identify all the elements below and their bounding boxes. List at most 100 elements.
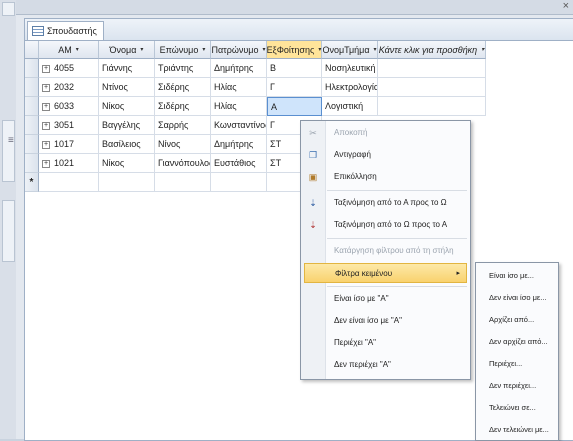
- column-header-am[interactable]: ΑΜ ▾: [39, 41, 99, 59]
- row-selector[interactable]: [25, 154, 39, 173]
- column-label: Όνομα: [109, 44, 137, 55]
- cell-eponymo[interactable]: Γιαννόπουλος: [155, 154, 211, 173]
- expand-icon[interactable]: +: [42, 83, 50, 92]
- nav-pane-strip: [2, 120, 15, 182]
- cell-onoma[interactable]: Ντίνος: [99, 78, 155, 97]
- column-label: ΟνομΤμήμα: [322, 44, 370, 55]
- submenu-item-ends-with[interactable]: Τελειώνει σε...: [489, 399, 536, 417]
- expand-icon[interactable]: +: [42, 121, 50, 130]
- menu-item-not-equals[interactable]: Δεν είναι ίσο με "Α": [301, 311, 470, 331]
- menu-item-equals[interactable]: Είναι ίσο με "Α": [301, 289, 470, 309]
- cell-am[interactable]: +2032: [39, 78, 99, 97]
- cell-patronymo[interactable]: Ηλίας: [211, 97, 267, 116]
- column-label: Πατρώνυμο: [211, 44, 259, 55]
- cell-empty[interactable]: [378, 97, 486, 116]
- cell-am[interactable]: +1017: [39, 135, 99, 154]
- expand-icon[interactable]: +: [42, 64, 50, 73]
- nav-pane-strip: [2, 200, 15, 262]
- menu-item-contains[interactable]: Περιέχει "Α": [301, 333, 470, 353]
- cell-am[interactable]: +1021: [39, 154, 99, 173]
- submenu-item-not-ends-with[interactable]: Δεν τελειώνει με...: [489, 421, 549, 439]
- cell-onoma[interactable]: Νίκος: [99, 154, 155, 173]
- tab-spoudastis[interactable]: Σπουδαστής: [27, 21, 104, 40]
- new-cell-eponymo[interactable]: [155, 173, 211, 192]
- cell-exfoitisis[interactable]: Γ: [267, 78, 322, 97]
- column-header-onoma[interactable]: Όνομα ▾: [99, 41, 155, 59]
- menu-item-not-contains[interactable]: Δεν περιέχει "Α": [301, 355, 470, 375]
- cell-patronymo[interactable]: Δημήτρης: [211, 135, 267, 154]
- cell-value: 1017: [54, 139, 75, 149]
- expand-icon[interactable]: +: [42, 159, 50, 168]
- select-all-corner[interactable]: [25, 41, 39, 59]
- menu-item-label: Ταξινόμηση από το Α προς το Ω: [334, 198, 447, 207]
- sort-descending-icon: ⇣: [309, 220, 317, 230]
- row-selector[interactable]: [25, 116, 39, 135]
- submenu-item-not-equals[interactable]: Δεν είναι ίσο με...: [489, 289, 547, 307]
- submenu-item-begins-with[interactable]: Αρχίζει από...: [489, 311, 534, 329]
- column-label: ΑΜ: [58, 44, 72, 55]
- cell-eponymo[interactable]: Σαρρής: [155, 116, 211, 135]
- cell-patronymo[interactable]: Ευστάθιος: [211, 154, 267, 173]
- cell-am[interactable]: +3051: [39, 116, 99, 135]
- column-header-patronymo[interactable]: Πατρώνυμο ▾: [211, 41, 267, 59]
- dropdown-arrow-icon[interactable]: ▾: [318, 46, 321, 53]
- dropdown-arrow-icon[interactable]: ▾: [481, 46, 484, 53]
- menu-item-cut[interactable]: ✂ Αποκοπή: [301, 123, 470, 143]
- cell-onomtmima[interactable]: Λογιστική: [322, 97, 378, 116]
- splitter-grip-icon[interactable]: ≡: [8, 135, 14, 146]
- cell-eponymo[interactable]: Σιδέρης: [155, 97, 211, 116]
- row-selector[interactable]: [25, 78, 39, 97]
- cell-value: 1021: [54, 158, 75, 168]
- cell-patronymo[interactable]: Κωνσταντίνος: [211, 116, 267, 135]
- column-header-exfoitisis[interactable]: ΕξΦοίτησης ▾: [267, 41, 322, 59]
- expand-icon[interactable]: +: [42, 140, 50, 149]
- menu-item-label: Περιέχει "Α": [334, 338, 377, 347]
- document-tab-bar: Σπουδαστής: [25, 19, 573, 41]
- cell-eponymo[interactable]: Σιδέρης: [155, 78, 211, 97]
- row-selector[interactable]: [25, 59, 39, 78]
- menu-item-copy[interactable]: ❐ Αντιγραφή: [301, 145, 470, 165]
- submenu-item-not-contains[interactable]: Δεν περιέχει...: [489, 377, 536, 395]
- menu-item-paste[interactable]: ▣ Επικόλληση: [301, 167, 470, 187]
- expand-icon[interactable]: +: [42, 102, 50, 111]
- menu-item-clear-filter[interactable]: Κατάργηση φίλτρου από τη στήλη ΕξΦοίτηση…: [301, 241, 470, 275]
- cell-exfoitisis[interactable]: Β: [267, 59, 322, 78]
- column-header-onomtmima[interactable]: ΟνομΤμήμα ▾: [322, 41, 378, 59]
- dropdown-arrow-icon[interactable]: ▾: [202, 46, 205, 53]
- cell-onoma[interactable]: Γιάννης: [99, 59, 155, 78]
- new-cell-onoma[interactable]: [99, 173, 155, 192]
- cell-onomtmima[interactable]: Ηλεκτρολογία: [322, 78, 378, 97]
- menu-item-sort-asc[interactable]: ⇣ Ταξινόμηση από το Α προς το Ω: [301, 193, 470, 213]
- dropdown-arrow-icon[interactable]: ▾: [140, 46, 143, 53]
- menu-item-sort-desc[interactable]: ⇣ Ταξινόμηση από το Ω προς το Α: [301, 215, 470, 235]
- menu-item-text-filters[interactable]: Φίλτρα κειμένου ▸: [304, 263, 467, 283]
- row-selector[interactable]: [25, 135, 39, 154]
- cell-eponymo[interactable]: Τριάντης: [155, 59, 211, 78]
- cell-am[interactable]: +6033: [39, 97, 99, 116]
- cell-empty[interactable]: [378, 59, 486, 78]
- close-icon[interactable]: ×: [563, 0, 569, 12]
- new-cell-patronymo[interactable]: [211, 173, 267, 192]
- cell-am[interactable]: +4055: [39, 59, 99, 78]
- submenu-item-contains[interactable]: Περιέχει...: [489, 355, 522, 373]
- cell-exfoitisis-active[interactable]: Α: [267, 97, 322, 116]
- column-header-add[interactable]: Κάντε κλικ για προσθήκη ▾: [378, 41, 486, 59]
- cell-onoma[interactable]: Βασίλειος: [99, 135, 155, 154]
- cell-onoma[interactable]: Βαγγέλης: [99, 116, 155, 135]
- cell-onoma[interactable]: Νίκος: [99, 97, 155, 116]
- dropdown-arrow-icon[interactable]: ▾: [374, 46, 377, 53]
- cell-empty[interactable]: [378, 78, 486, 97]
- new-cell-am[interactable]: [39, 173, 99, 192]
- cell-patronymo[interactable]: Ηλίας: [211, 78, 267, 97]
- cell-onomtmima[interactable]: Νοσηλευτική: [322, 59, 378, 78]
- cell-patronymo[interactable]: Δημήτρης: [211, 59, 267, 78]
- row-selector[interactable]: [25, 97, 39, 116]
- new-record-marker[interactable]: *: [25, 173, 39, 192]
- column-header-eponymo[interactable]: Επώνυμο ▾: [155, 41, 211, 59]
- dropdown-arrow-icon[interactable]: ▾: [76, 46, 79, 53]
- paste-icon: ▣: [308, 172, 318, 182]
- dropdown-arrow-icon[interactable]: ▾: [263, 46, 266, 53]
- cell-eponymo[interactable]: Νίνος: [155, 135, 211, 154]
- submenu-item-equals[interactable]: Είναι ίσο με...: [489, 267, 534, 285]
- submenu-item-not-begins-with[interactable]: Δεν αρχίζει από...: [489, 333, 548, 351]
